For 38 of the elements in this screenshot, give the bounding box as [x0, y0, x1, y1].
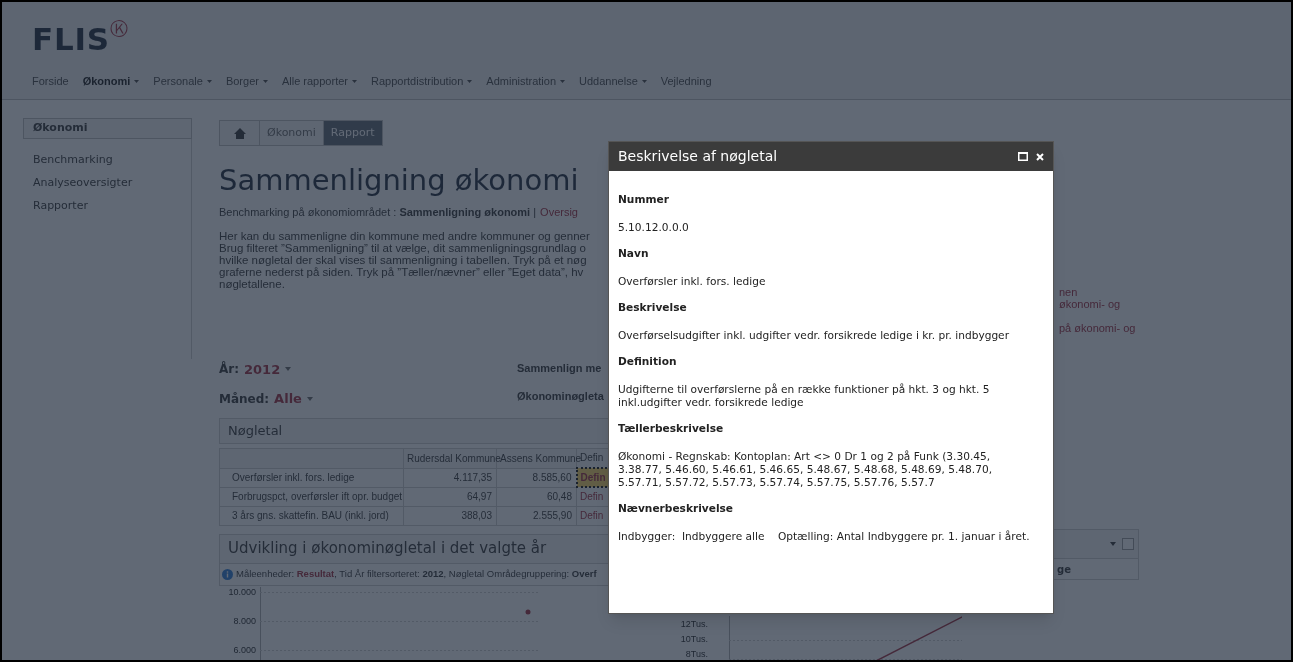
axis-label: 8Tus.	[685, 649, 708, 660]
intro-text: Brug filteret ”Sammenligning” til at vælge, dit sammenligningsgrundlag o	[219, 241, 586, 254]
axis-label: 12Tus.	[680, 619, 708, 630]
section-text: 5.10.12.0.0.0	[618, 221, 690, 234]
intro-text: Her kan du sammenligne din kommune med andre kommuner og genner	[219, 229, 590, 242]
dialog-title: Beskrivelse af nøgletal	[618, 147, 779, 166]
filter-label: Sammenlign me	[517, 360, 602, 376]
section-heading: Navn	[618, 247, 649, 260]
section-text: Overførselsudgifter inkl. udgifter vedr. forsikrede ledige i kr. pr. indbygger	[618, 329, 1010, 342]
section-text: Indbygger: Indbyggere alle Optælling: Antal Indbyggere pr. 1. januar i året.	[618, 530, 1031, 543]
section-text: Økonomi - Regnskab: Kontoplan: Art <> 0 Dr 1 og 2 på Funk (3.30.45, 3.38.77, 5.46.60, 5.46.61, 5.46.65, 5.48.67, 5.48.68, 5.48.69, 5.48.70, 5.57.71, 5.57.72, 5.57.73, 5.57.74, 5.57.75, 5.57.76, 5.57.7	[618, 450, 993, 489]
link-text[interactable]: økonomi- og	[1059, 298, 1121, 310]
axis-label: 10Tus.	[680, 634, 708, 645]
close-icon[interactable]	[1036, 152, 1044, 161]
filter-label: Måned:	[219, 390, 270, 408]
section-heading: Nævnerbeskrivelse	[618, 502, 733, 515]
axis-label: 8.000	[233, 616, 256, 627]
filter-label: Økonominøgleta	[517, 389, 604, 404]
section-heading: Definition	[618, 355, 677, 368]
section-text: Overførsler inkl. fors. ledige	[618, 275, 767, 288]
section-heading: Beskrivelse	[618, 301, 687, 314]
axis-label: 10.000	[228, 587, 256, 598]
filter-label: År:	[219, 360, 239, 379]
section-heading: Tællerbeskrivelse	[618, 422, 724, 435]
logo-mark: Ⓚ	[109, 20, 128, 38]
section-text: Udgifterne til overførslerne på en række funktioner på hkt. 3 og hkt. 5 inkl.udgifter vedr. forsikrede ledige	[618, 383, 991, 409]
link-text[interactable]: nen	[1059, 286, 1078, 298]
section-heading: Nummer	[618, 193, 669, 206]
link-text[interactable]: på økonomi- og	[1059, 322, 1136, 334]
overview-link[interactable]: Oversig	[540, 204, 578, 221]
axis-label: 6.000	[233, 645, 256, 656]
filter-summary: ge	[1057, 563, 1071, 577]
maximize-icon[interactable]	[1018, 152, 1028, 161]
intro-text: graferne nederst på siden. Tryk på ”Tæller/nævner” eller ”Eget data”, hv	[219, 265, 584, 278]
nav-item[interactable]: Økonomi	[82, 73, 140, 90]
page-title: Sammenligning økonomi	[219, 162, 580, 198]
subtitle: Benchmarking på økonomiområdet : Sammenligning økonomi |	[219, 205, 537, 220]
intro-text: nøgletallene.	[219, 277, 285, 290]
